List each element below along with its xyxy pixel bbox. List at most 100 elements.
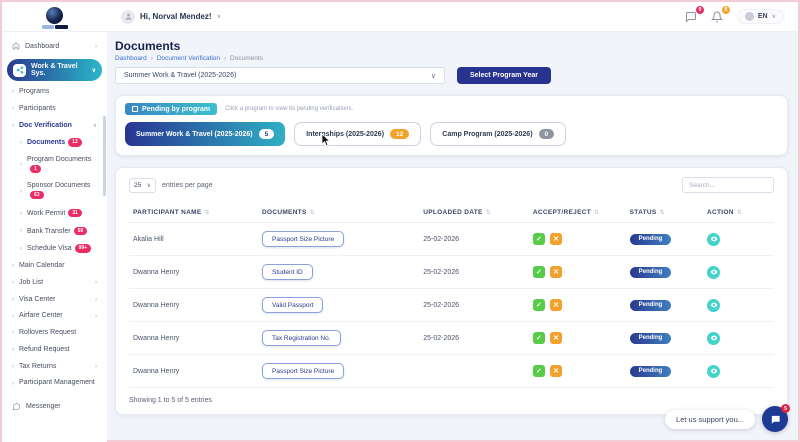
sidebar-item-messenger[interactable]: Messenger: [2, 398, 107, 417]
eye-icon: [710, 236, 717, 242]
view-button[interactable]: [707, 364, 721, 378]
count-badge: 99+: [74, 244, 92, 253]
participant-name: Dwanna Henry: [129, 321, 258, 355]
table-header-row: PARTICIPANT NAME ⇅ DOCUMENTS ⇅ UPLOADED DA…: [129, 203, 774, 223]
avatar: [121, 9, 135, 24]
count-badge: 59: [73, 226, 88, 235]
sort-icon: ⇅: [659, 210, 665, 216]
breadcrumb-doc-verification[interactable]: Document Verification: [157, 55, 220, 62]
support-chat-button[interactable]: 5: [762, 404, 790, 432]
notifications-button[interactable]: 8: [710, 5, 730, 24]
sidebar-item-job-list[interactable]: › Job List ›: [2, 275, 107, 292]
participant-name: Akalia Hill: [129, 222, 258, 256]
reject-button[interactable]: ✕: [549, 233, 562, 245]
sidebar-item-participants[interactable]: › Participants: [2, 101, 107, 118]
tab-count-badge: 12: [390, 129, 410, 139]
col-action[interactable]: ACTION ⇅: [703, 203, 774, 223]
sidebar: Dashboard › Work & Travel Sys. ∨ › Progr…: [2, 32, 107, 442]
view-button[interactable]: [707, 265, 721, 279]
entries-per-page-select[interactable]: 25 ∨: [129, 177, 156, 193]
reject-button[interactable]: ✕: [549, 332, 562, 344]
sidebar-scrollbar[interactable]: [103, 116, 106, 196]
col-uploaded-date[interactable]: UPLOADED DATE ⇅: [419, 203, 529, 223]
sidebar-item-doc-verification[interactable]: › Doc Verification ∨: [2, 118, 107, 135]
sidebar-item-dashboard[interactable]: Dashboard ›: [2, 38, 107, 56]
tab-summer-work-travel[interactable]: Summer Work & Travel (2025-2026) 5: [125, 122, 286, 146]
topbar: Hi, Norval Mendez! ∨ 9 8 EN ∨: [2, 2, 798, 32]
view-button[interactable]: [707, 331, 721, 345]
accept-button[interactable]: ✓: [532, 299, 545, 311]
chevron-right-icon: ›: [20, 246, 22, 253]
sidebar-item-main-calendar[interactable]: › Main Calendar: [2, 258, 107, 275]
select-program-year-button[interactable]: Select Program Year: [457, 67, 551, 84]
document-button[interactable]: Passport Size Picture: [262, 363, 345, 379]
eye-icon: [710, 269, 717, 275]
user-menu[interactable]: Hi, Norval Mendez! ∨: [121, 9, 221, 24]
sidebar-item-bank-transfer[interactable]: › Bank Transfer 59: [2, 223, 107, 241]
chevron-right-icon: ›: [20, 162, 22, 169]
document-button[interactable]: Tax Registration No.: [262, 330, 341, 346]
tab-count-badge: 0: [538, 129, 555, 139]
messages-button[interactable]: 9: [685, 5, 704, 24]
accept-button[interactable]: ✓: [532, 332, 545, 344]
sidebar-item-participant-management[interactable]: › Participant Management: [2, 375, 107, 392]
status-badge: Pending: [629, 266, 672, 278]
tab-camp-program[interactable]: Camp Program (2025-2026) 0: [430, 122, 567, 146]
sidebar-item-program-documents[interactable]: › Program Documents1: [2, 152, 107, 178]
search-input[interactable]: [682, 177, 774, 193]
tab-internships[interactable]: Internships (2025-2026) 12: [294, 122, 422, 146]
sort-icon: ⇅: [736, 210, 743, 216]
sidebar-item-programs[interactable]: › Programs: [2, 84, 107, 101]
language-selector[interactable]: EN ∨: [736, 9, 784, 24]
topbar-right: 9 8 EN ∨: [685, 5, 798, 24]
sidebar-item-airfare-center[interactable]: › Airfare Center ›: [2, 308, 107, 325]
view-button[interactable]: [707, 298, 721, 312]
app-logo[interactable]: [2, 5, 107, 29]
sidebar-item-sponsor-documents[interactable]: › Sponsor Documents63: [2, 178, 107, 204]
document-button[interactable]: Valid Passport: [262, 297, 324, 313]
col-status[interactable]: STATUS ⇅: [625, 203, 704, 223]
sidebar-item-work-travel-sys[interactable]: Work & Travel Sys. ∨: [7, 59, 102, 81]
reject-button[interactable]: ✕: [549, 266, 562, 278]
reject-button[interactable]: ✕: [549, 365, 562, 377]
logo-globe-icon: [46, 6, 63, 24]
sort-icon: ⇅: [309, 210, 315, 216]
pending-by-program-chip: Pending by program: [125, 103, 218, 115]
document-button[interactable]: Passport Size Picture: [262, 231, 345, 247]
program-year-select[interactable]: Summer Work & Travel (2025-2026) ∨: [115, 67, 445, 84]
accept-button[interactable]: ✓: [532, 365, 545, 377]
table-row: Dwanna Henry Student ID 25-02-2026 ✓ ✕ Pe…: [129, 255, 774, 289]
chevron-right-icon: ›: [20, 228, 22, 235]
chevron-right-icon: ›: [12, 122, 14, 129]
chevron-right-icon: ›: [95, 363, 97, 370]
sidebar-item-work-permit[interactable]: › Work Permit 31: [2, 205, 107, 223]
chevron-right-icon: ›: [12, 363, 14, 370]
documents-table: PARTICIPANT NAME ⇅ DOCUMENTS ⇅ UPLOADED DA…: [129, 203, 774, 388]
col-participant-name[interactable]: PARTICIPANT NAME ⇅: [129, 203, 258, 223]
sidebar-item-visa-center[interactable]: › Visa Center ›: [2, 292, 107, 309]
sidebar-item-documents[interactable]: › Documents 13: [2, 134, 107, 152]
entries-per-page-label: entries per page: [162, 181, 213, 189]
share-icon: [13, 63, 26, 77]
bell-icon: [710, 11, 724, 22]
pending-by-program-panel: Pending by program Click a program to vi…: [115, 95, 788, 156]
col-accept-reject[interactable]: ACCEPT/REJECT ⇅: [528, 203, 626, 223]
program-tabs: Summer Work & Travel (2025-2026) 5 Inter…: [125, 122, 778, 146]
sort-icon: ⇅: [593, 210, 600, 216]
sidebar-item-tax-returns[interactable]: › Tax Returns ›: [2, 359, 107, 376]
sidebar-item-rollovers-request[interactable]: › Rollovers Request: [2, 325, 107, 342]
col-documents[interactable]: DOCUMENTS ⇅: [258, 203, 420, 223]
chevron-right-icon: ›: [12, 347, 14, 354]
clipboard-icon: [132, 106, 138, 112]
accept-button[interactable]: ✓: [532, 266, 545, 278]
status-badge: Pending: [629, 299, 672, 311]
document-button[interactable]: Student ID: [262, 264, 313, 280]
sidebar-item-schedule-visa[interactable]: › Schedule Visa 99+: [2, 240, 107, 258]
reject-button[interactable]: ✕: [549, 299, 562, 311]
count-badge: 13: [68, 138, 82, 147]
view-button[interactable]: [707, 232, 721, 246]
breadcrumb-dashboard[interactable]: Dashboard: [115, 55, 147, 62]
sidebar-item-refund-request[interactable]: › Refund Request: [2, 342, 107, 359]
accept-button[interactable]: ✓: [532, 233, 545, 245]
support-chat-label[interactable]: Let us support you...: [665, 409, 755, 429]
